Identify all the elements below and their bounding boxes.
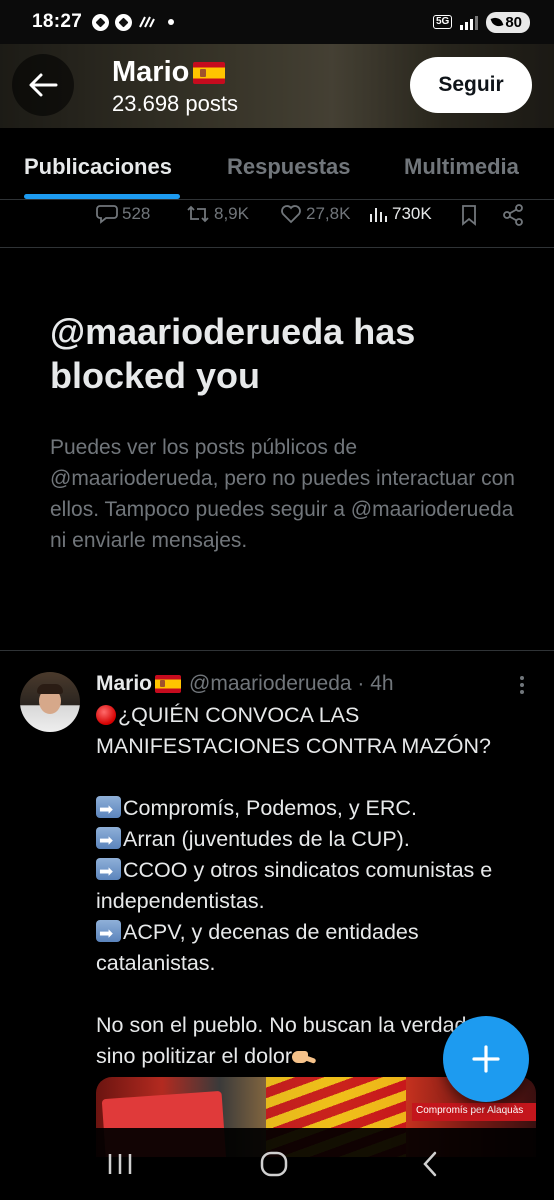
tweet-line: Arran (juventudes de la CUP). [96,824,541,857]
tweet-line: catalanistas. [96,951,216,975]
plus-icon [472,1045,500,1073]
status-bar: 18:27 5G 80 [0,0,554,44]
tweet-line: MANIFESTACIONES CONTRA MAZÓN? [96,734,491,758]
signal-icon [460,14,479,30]
like-count: 27,8K [306,204,351,223]
tab-publicaciones[interactable]: Publicaciones [24,154,172,180]
spain-flag-icon [193,61,226,84]
reply-button[interactable]: 528 [96,204,150,224]
tweet-line: independentistas. [96,889,265,913]
blocked-notice: @maarioderueda has blocked you Puedes ve… [50,310,520,556]
tweet-handle-time: @maarioderueda · 4h [189,672,394,695]
recent-apps-button[interactable] [90,1144,150,1184]
share-button[interactable] [502,204,524,226]
stripes-icon [139,16,156,28]
avatar[interactable] [20,672,80,732]
pointing-hand-icon [292,1047,318,1065]
tweet-line-text: CCOO y otros sindicatos comunistas e [123,858,493,882]
repost-button[interactable]: 8,9K [186,204,249,224]
repost-count: 8,9K [214,204,249,223]
reply-icon [96,205,118,224]
profile-name: Mario [112,56,238,89]
previous-tweet-actions: 528 8,9K 27,8K 730K [0,200,554,248]
profile-name-text: Mario [112,56,190,88]
tweet-line: Compromís, Podemos, y ERC. [96,793,541,826]
media-banner-text: Compromís per Alaquàs [412,1103,536,1121]
tweet-line-text: ACPV, y decenas de entidades [123,920,419,944]
heart-icon [281,205,301,224]
tweet-line: CCOO y otros sindicatos comunistas e [96,855,541,888]
tab-respuestas[interactable]: Respuestas [227,154,351,180]
status-time: 18:27 [32,11,83,32]
views-count: 730K [392,204,432,223]
notification-dot-icon [168,19,175,25]
post-count: 23.698 posts [112,91,238,116]
battery-level: 80 [505,13,522,31]
battery-indicator: 80 [486,11,530,33]
compose-post-button[interactable] [443,1016,529,1102]
back-nav-button[interactable] [400,1144,460,1184]
network-type-icon: 5G [432,15,453,29]
repost-icon [187,205,209,223]
follow-button[interactable]: Seguir [410,57,532,113]
share-icon [503,204,523,226]
views-icon [370,208,387,222]
more-options-icon[interactable] [512,676,532,696]
divider [0,650,554,651]
views-button[interactable]: 730K [368,204,432,224]
right-arrow-icon [96,857,121,888]
soccer-ball-icon [115,13,133,31]
soccer-ball-icon [92,13,110,31]
tweet-text: ¿QUIÉN CONVOCA LAS MANIFESTACIONES CONTR… [96,700,541,1072]
bookmark-button[interactable] [460,204,478,226]
tweet-line-text: Compromís, Podemos, y ERC. [123,796,417,820]
like-button[interactable]: 27,8K [280,204,350,224]
red-circle-icon [96,705,116,725]
leaf-icon [490,15,504,29]
tweet-header: Mario @maarioderueda · 4h [96,672,536,696]
reply-count: 528 [122,204,151,223]
tweet-line-text: sino politizar el dolor [96,1044,292,1068]
right-arrow-icon [96,919,121,950]
tweet-line-text: ¿QUIÉN CONVOCA LAS [118,703,360,727]
tab-multimedia[interactable]: Multimedia [404,154,519,180]
active-tab-indicator [24,194,180,199]
bookmark-icon [462,205,476,226]
right-arrow-icon [96,795,121,826]
tweet-line-text: Arran (juventudes de la CUP). [123,827,410,851]
tweet-line: ¿QUIÉN CONVOCA LAS [96,700,541,731]
tweet-author-name[interactable]: Mario [96,672,152,696]
home-icon [260,1151,288,1177]
system-navigation-bar [0,1128,554,1200]
blocked-description: Puedes ver los posts públicos de @maario… [50,436,515,552]
profile-tabs: Publicaciones Respuestas Multimedia [0,128,554,200]
right-arrow-icon [96,826,121,857]
status-notification-icons [92,13,175,31]
profile-header: Mario 23.698 posts Seguir [0,44,554,128]
tweet-line: ACPV, y decenas de entidades [96,917,541,950]
chevron-left-icon [423,1151,437,1177]
home-button[interactable] [244,1144,304,1184]
back-button[interactable] [12,54,74,116]
arrow-left-icon [29,73,58,97]
blocked-title: @maarioderueda has blocked you [50,311,416,396]
recent-apps-icon [108,1154,132,1174]
spain-flag-icon [155,675,182,693]
